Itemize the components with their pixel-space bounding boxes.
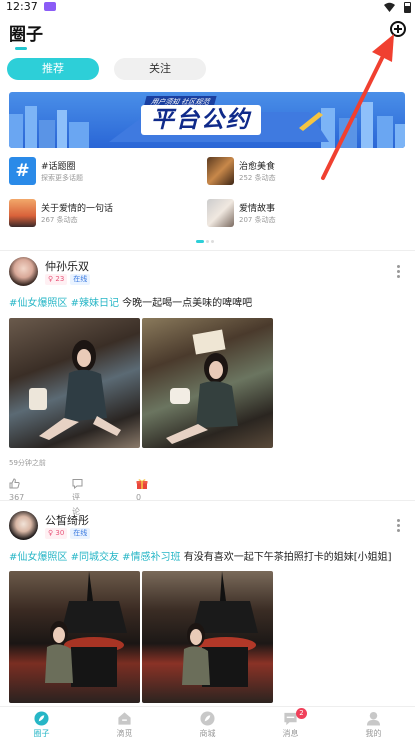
compass-leaf-icon: [34, 711, 49, 726]
nav-item-mall[interactable]: 商城: [166, 707, 249, 739]
notification-icon: [44, 2, 56, 11]
carousel-dot: [206, 240, 209, 243]
photo-figure: [166, 329, 238, 444]
username[interactable]: 仲孙乐双: [45, 258, 89, 274]
fans-badge: ♀ 30: [45, 528, 68, 539]
avatar[interactable]: [9, 511, 38, 540]
photo-figure: [182, 571, 258, 687]
topic-count: 探索更多话题: [41, 174, 83, 182]
feed-post[interactable]: 仲孙乐双 ♀ 23 在线 #仙女爆照区 #辣妹日记 今晚一起喝一点美味的啤啤吧 5…: [0, 254, 415, 516]
post-photo[interactable]: [9, 571, 140, 703]
topic-name: #话题圈: [41, 162, 76, 172]
fans-badge: ♀ 23: [45, 274, 68, 285]
tab-following[interactable]: 关注: [114, 58, 206, 80]
post-text: #仙女爆照区 #同城交友 #情感补习班 有没有喜欢一起下午茶拍照打卡的姐妹[小姐…: [9, 548, 392, 563]
topic-count: 267 条动态: [41, 216, 78, 224]
avatar[interactable]: [9, 257, 38, 286]
nav-label: 我的: [365, 729, 382, 738]
topic-item-love-quote[interactable]: 关于爱情的一句话 267 条动态: [9, 199, 199, 227]
wifi-icon: [384, 2, 395, 12]
topic-name: 治愈美食: [239, 162, 276, 172]
battery-icon: [404, 2, 411, 13]
nav-label: 商城: [199, 729, 216, 738]
post-hashtag[interactable]: #辣妹日记: [71, 298, 119, 309]
topic-item-hashtag[interactable]: # #话题圈 探索更多话题: [9, 157, 199, 185]
post-hashtag[interactable]: #情感补习班: [122, 552, 180, 563]
banner-title: 平台公约: [141, 105, 261, 135]
carousel-dot-active: [196, 240, 204, 243]
nav-label: 消息: [282, 729, 299, 738]
post-photo[interactable]: [142, 571, 273, 703]
thumbs-up-icon: [9, 478, 20, 489]
photo-figure: [45, 571, 127, 687]
status-bar: 12:37: [0, 0, 415, 14]
tab-recommended[interactable]: 推荐: [7, 58, 99, 80]
carousel-dot: [211, 240, 214, 243]
post-photo[interactable]: [142, 318, 273, 448]
topic-count: 207 条动态: [239, 216, 276, 224]
post-hashtag[interactable]: #同城交友: [71, 552, 119, 563]
compass-icon: [200, 711, 215, 726]
topic-item-love-story[interactable]: 爱情故事 207 条动态: [207, 199, 397, 227]
nav-label: 圈子: [33, 729, 50, 738]
fans-count: 30: [55, 529, 65, 537]
topic-thumbnail: [207, 199, 234, 227]
user-badges: ♀ 30 在线: [45, 528, 93, 540]
online-badge: 在线: [70, 528, 91, 539]
nav-item-messages[interactable]: 2 消息: [249, 707, 332, 739]
topic-count: 252 条动态: [239, 174, 276, 182]
more-options-icon[interactable]: [397, 265, 401, 279]
status-time: 12:37: [6, 0, 38, 13]
post-hashtag[interactable]: #仙女爆照区: [9, 552, 67, 563]
divider: [0, 500, 415, 501]
add-post-button[interactable]: [390, 21, 406, 37]
unread-badge: 2: [296, 708, 307, 719]
post-hashtag[interactable]: #仙女爆照区: [9, 298, 67, 309]
user-icon: [366, 711, 381, 726]
photo-figure: [29, 340, 121, 440]
carousel-indicator: [196, 240, 216, 244]
more-options-icon[interactable]: [397, 519, 401, 533]
topic-grid: # #话题圈 探索更多话题 治愈美食 252 条动态 关于爱情的一句话 267 …: [9, 157, 409, 231]
user-badges: ♀ 23 在线: [45, 274, 93, 286]
nav-label: 滴觅: [116, 729, 133, 738]
feed-post[interactable]: 公皙绮彤 ♀ 30 在线 #仙女爆照区 #同城交友 #情感补习班 有没有喜欢一起下…: [0, 508, 415, 706]
post-time: 59分钟之前: [9, 459, 46, 467]
gift-icon: [136, 478, 148, 489]
fans-count: 23: [55, 275, 65, 283]
username[interactable]: 公皙绮彤: [45, 512, 89, 528]
header: 圈子: [0, 14, 415, 54]
post-body: 今晚一起喝一点美味的啤啤吧: [122, 298, 253, 309]
nav-item-profile[interactable]: 我的: [332, 707, 415, 739]
comment-icon: [72, 479, 83, 489]
topic-name: 爱情故事: [239, 204, 276, 214]
title-underline: [15, 47, 27, 50]
nav-item-home[interactable]: 滴觅: [83, 707, 166, 739]
platform-rules-banner[interactable]: 用户须知 社区规范 平台公约: [9, 92, 405, 148]
post-text: #仙女爆照区 #辣妹日记 今晚一起喝一点美味的啤啤吧: [9, 294, 252, 309]
topic-thumbnail: [9, 199, 36, 227]
post-photo[interactable]: [9, 318, 140, 448]
divider: [0, 250, 415, 251]
topic-thumbnail: [207, 157, 234, 185]
page-title: 圈子: [9, 25, 43, 45]
topic-item-food[interactable]: 治愈美食 252 条动态: [207, 157, 397, 185]
bottom-nav: 圈子 滴觅 商城 2 消息 我的: [0, 706, 415, 739]
topic-name: 关于爱情的一句话: [41, 204, 114, 214]
hashtag-icon: #: [9, 157, 36, 185]
post-body: 有没有喜欢一起下午茶拍照打卡的姐妹[小姐姐]: [183, 552, 392, 563]
nav-item-circle[interactable]: 圈子: [0, 707, 83, 739]
home-icon: [118, 712, 131, 725]
online-badge: 在线: [70, 274, 91, 285]
